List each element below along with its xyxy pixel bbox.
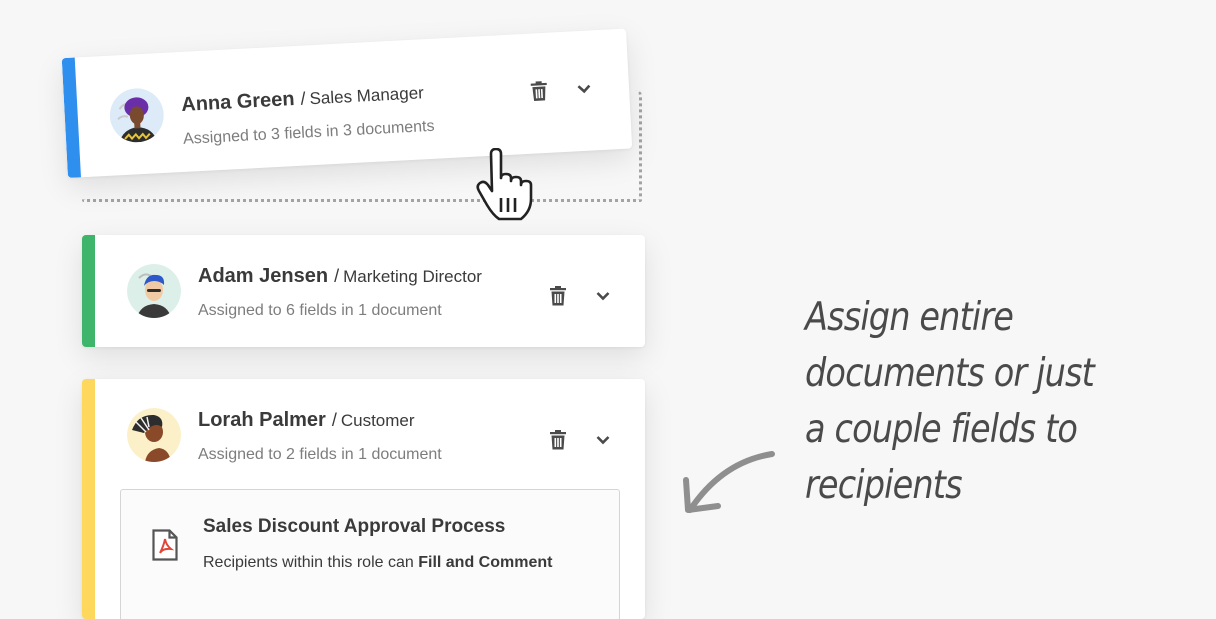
recipient-color-stripe (61, 57, 81, 179)
avatar (108, 87, 165, 144)
assignment-summary: Assigned to 2 fields in 1 document (198, 446, 442, 463)
hand-cursor-icon (475, 147, 545, 227)
pdf-icon (152, 529, 178, 566)
annotation-line: documents or just (805, 351, 1095, 396)
assignment-summary: Assigned to 3 fields in 3 documents (182, 117, 435, 148)
recipient-color-stripe (82, 379, 95, 619)
recipient-card-lorah[interactable]: Lorah Palmer / Customer Assigned to 2 fiel… (82, 379, 645, 619)
annotation-line: a couple fields to (805, 407, 1078, 452)
slash-separator: / (331, 410, 337, 430)
recipient-heading: Anna Green / Sales Manager (181, 81, 425, 117)
slash-separator: / (334, 266, 340, 286)
recipient-name: Lorah Palmer (198, 409, 326, 431)
document-permission: Recipients within this role can Fill and… (203, 554, 552, 572)
trash-icon[interactable] (526, 79, 551, 104)
annotation-line: Assign entire (805, 295, 1014, 340)
recipient-card-adam[interactable]: Adam Jensen / Marketing Director Assigned … (82, 235, 645, 347)
trash-icon[interactable] (546, 284, 570, 308)
recipient-heading: Lorah Palmer / Customer (198, 409, 415, 432)
recipient-name: Adam Jensen (198, 265, 329, 287)
recipient-role: Marketing Director (343, 267, 482, 286)
recipient-heading: Adam Jensen / Marketing Director (198, 265, 482, 288)
recipient-role: Customer (340, 411, 415, 430)
slash-separator: / (300, 88, 307, 109)
annotation-line: recipients (805, 463, 963, 508)
chevron-down-icon[interactable] (591, 428, 615, 452)
annotation-text: Assign entire documents or just a couple… (805, 290, 1115, 514)
permission-value: Fill and Comment (418, 554, 553, 571)
permission-prefix: Recipients within this role can (203, 554, 414, 571)
document-title: Sales Discount Approval Process (203, 516, 506, 537)
recipient-name: Anna Green (180, 88, 296, 116)
avatar (127, 264, 181, 318)
assignment-summary: Assigned to 6 fields in 1 document (198, 302, 442, 319)
chevron-down-icon[interactable] (591, 284, 615, 308)
recipient-color-stripe (82, 235, 95, 347)
avatar (127, 408, 181, 462)
trash-icon[interactable] (546, 428, 570, 452)
hand-drawn-arrow-icon (672, 440, 782, 525)
chevron-down-icon[interactable] (571, 76, 596, 101)
recipient-role: Sales Manager (309, 83, 425, 109)
